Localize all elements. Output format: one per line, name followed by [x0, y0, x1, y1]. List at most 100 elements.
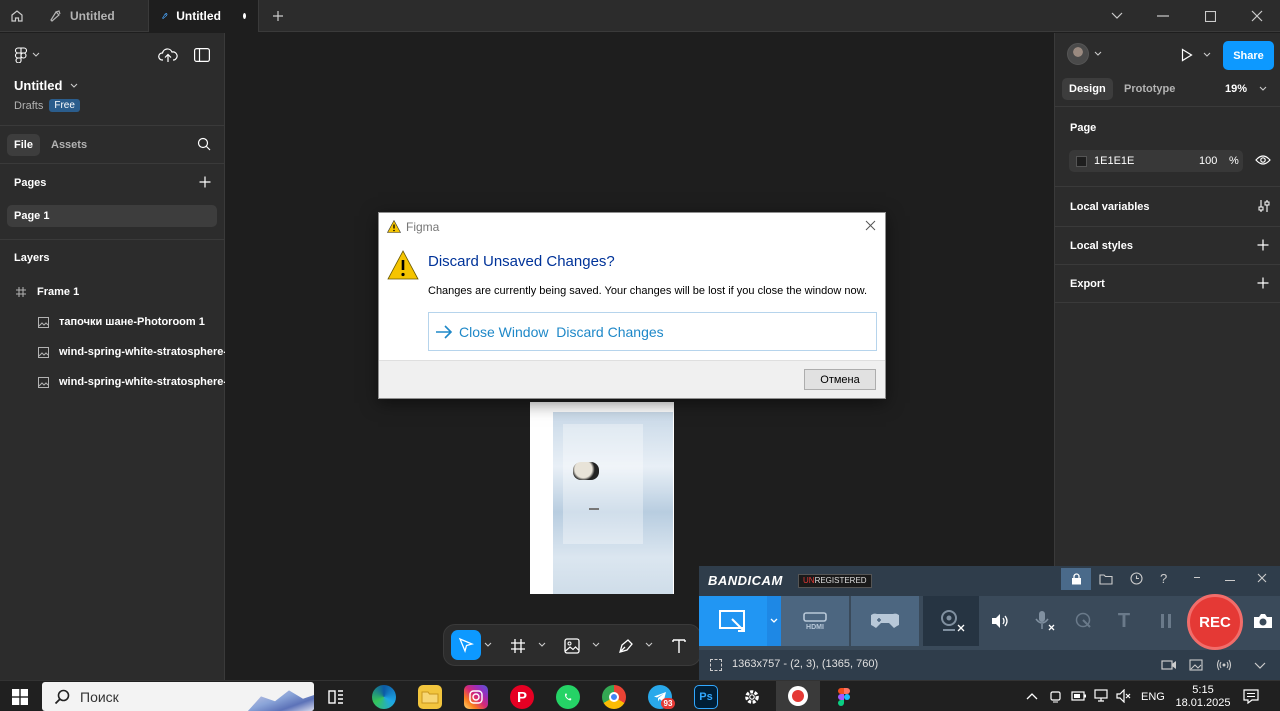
file-name-button[interactable]: Untitled — [14, 78, 78, 93]
close-window-button[interactable] — [1234, 0, 1280, 32]
help-icon[interactable]: ? — [1160, 571, 1167, 586]
pen-tool-icon[interactable] — [618, 638, 634, 654]
layer-image-1[interactable]: тапочки шане-Photoroom 1 — [0, 307, 225, 337]
region-select-icon[interactable] — [710, 659, 722, 671]
chevron-down-icon[interactable] — [538, 642, 546, 648]
chevron-down-icon[interactable] — [645, 642, 653, 648]
dialog-close-icon[interactable] — [865, 220, 876, 231]
visibility-eye-icon[interactable] — [1255, 154, 1271, 166]
bandicam-window: BANDICAM UN REGISTERED ? HDMI T REC 1363… — [699, 566, 1280, 680]
export-heading: Export — [1070, 278, 1105, 290]
sidebar-toggle-icon[interactable] — [194, 48, 210, 62]
home-icon[interactable] — [0, 0, 34, 32]
clock-date[interactable]: 5:15 18.01.2025 — [1174, 684, 1232, 709]
variables-sliders-icon[interactable] — [1257, 199, 1271, 213]
screen-record-mode-button[interactable] — [699, 596, 767, 646]
photoshop-icon[interactable]: Ps — [694, 685, 718, 709]
chevron-down-icon[interactable] — [592, 642, 600, 648]
rec-button[interactable]: REC — [1187, 594, 1243, 650]
chevron-down-icon[interactable] — [484, 642, 492, 648]
page-fill-field[interactable]: 1E1E1E 100 % — [1069, 150, 1243, 172]
video-icon[interactable] — [1161, 659, 1177, 671]
compact-mode-icon[interactable] — [1194, 577, 1200, 578]
taskbar-search-box[interactable]: Поиск — [42, 682, 314, 711]
chevron-down-icon[interactable] — [1254, 662, 1266, 669]
tab-assets[interactable]: Assets — [51, 134, 87, 156]
whatsapp-icon[interactable] — [556, 685, 580, 709]
mode-dropdown-chevron-icon[interactable] — [767, 596, 781, 646]
plan-badge[interactable]: Free — [49, 99, 80, 112]
notifications-icon[interactable] — [1243, 689, 1259, 704]
lock-icon[interactable] — [1061, 568, 1091, 590]
sky-image[interactable] — [553, 412, 673, 594]
webcam-button[interactable] — [923, 596, 979, 646]
drafts-link[interactable]: Drafts — [14, 100, 43, 112]
new-tab-plus-icon[interactable] — [262, 0, 294, 32]
text-tool-icon[interactable] — [671, 638, 687, 654]
page-opacity[interactable]: 100 — [1199, 155, 1217, 167]
layer-frame-1[interactable]: Frame 1 — [0, 277, 225, 307]
broadcast-icon[interactable] — [1216, 659, 1232, 671]
battery-icon[interactable] — [1071, 690, 1087, 702]
show-hidden-icons-chevron[interactable] — [1026, 692, 1038, 700]
share-button[interactable]: Share — [1223, 41, 1274, 70]
file-explorer-icon[interactable] — [418, 685, 442, 709]
instagram-icon[interactable] — [464, 685, 488, 709]
pinterest-icon[interactable]: P — [510, 685, 534, 709]
settings-gear-icon[interactable] — [740, 685, 764, 709]
bandicam-minimize-button[interactable] — [1225, 580, 1235, 581]
frame-tool-icon[interactable] — [510, 638, 526, 654]
edge-browser-icon[interactable] — [372, 685, 396, 709]
bandicam-close-button[interactable] — [1257, 573, 1267, 583]
speaker-icon[interactable] — [985, 596, 1015, 646]
main-menu-button[interactable] — [14, 47, 40, 63]
add-style-plus-icon[interactable] — [1257, 239, 1269, 251]
tab-untitled-2[interactable]: Untitled — [149, 0, 259, 32]
figma-app-icon[interactable] — [832, 685, 856, 709]
game-mode-button[interactable] — [851, 596, 919, 646]
page-item-page-1[interactable]: Page 1 — [7, 205, 217, 227]
tab-file[interactable]: File — [7, 134, 40, 156]
tab-design[interactable]: Design — [1062, 78, 1113, 100]
meet-now-icon[interactable] — [1049, 689, 1063, 703]
user-menu[interactable] — [1067, 43, 1102, 65]
search-icon[interactable] — [197, 137, 211, 151]
telegram-icon[interactable]: 93 — [648, 685, 675, 709]
move-tool-button[interactable] — [451, 630, 481, 660]
close-window-command-link[interactable]: Close Window Discard Changes — [428, 312, 877, 351]
layer-image-2[interactable]: wind-spring-white-stratosphere-p — [0, 337, 225, 367]
text-overlay-icon[interactable]: T — [1109, 596, 1139, 646]
minimize-button[interactable] — [1140, 0, 1186, 32]
clock-icon[interactable] — [1130, 572, 1143, 585]
present-button[interactable] — [1181, 48, 1211, 62]
add-page-plus-icon[interactable] — [199, 176, 211, 188]
cancel-button[interactable]: Отмена — [804, 369, 876, 390]
network-icon[interactable] — [1094, 689, 1110, 703]
cloud-upload-icon[interactable] — [158, 47, 178, 63]
microphone-off-icon[interactable] — [1029, 596, 1059, 646]
input-language[interactable]: ENG — [1141, 691, 1165, 703]
windows-start-icon[interactable] — [12, 689, 28, 705]
canvas-frame[interactable] — [530, 402, 674, 594]
image-tool-icon[interactable] — [564, 638, 580, 654]
tab-untitled-1[interactable]: Untitled — [36, 0, 149, 32]
folder-icon[interactable] — [1099, 573, 1113, 585]
screenshot-camera-icon[interactable] — [1249, 596, 1277, 646]
tab-prototype[interactable]: Prototype — [1124, 78, 1175, 100]
zoom-dropdown[interactable]: 19% — [1225, 78, 1267, 100]
image-capture-icon[interactable] — [1189, 659, 1203, 671]
local-variables-heading[interactable]: Local variables — [1070, 201, 1150, 213]
volume-muted-icon[interactable] — [1116, 689, 1132, 703]
task-view-icon[interactable] — [324, 685, 348, 709]
mouse-click-effect-icon[interactable] — [1069, 596, 1099, 646]
color-swatch[interactable] — [1076, 156, 1087, 167]
layer-image-3[interactable]: wind-spring-white-stratosphere-p — [0, 367, 225, 397]
add-export-plus-icon[interactable] — [1257, 277, 1269, 289]
maximize-button[interactable] — [1187, 0, 1233, 32]
pause-icon[interactable] — [1151, 596, 1181, 646]
chevron-down-icon[interactable] — [1094, 0, 1140, 32]
page-color-hex[interactable]: 1E1E1E — [1094, 155, 1134, 167]
bandicam-taskbar-button[interactable] — [776, 681, 820, 711]
chrome-icon[interactable] — [602, 685, 626, 709]
hdmi-mode-button[interactable]: HDMI — [781, 596, 849, 646]
